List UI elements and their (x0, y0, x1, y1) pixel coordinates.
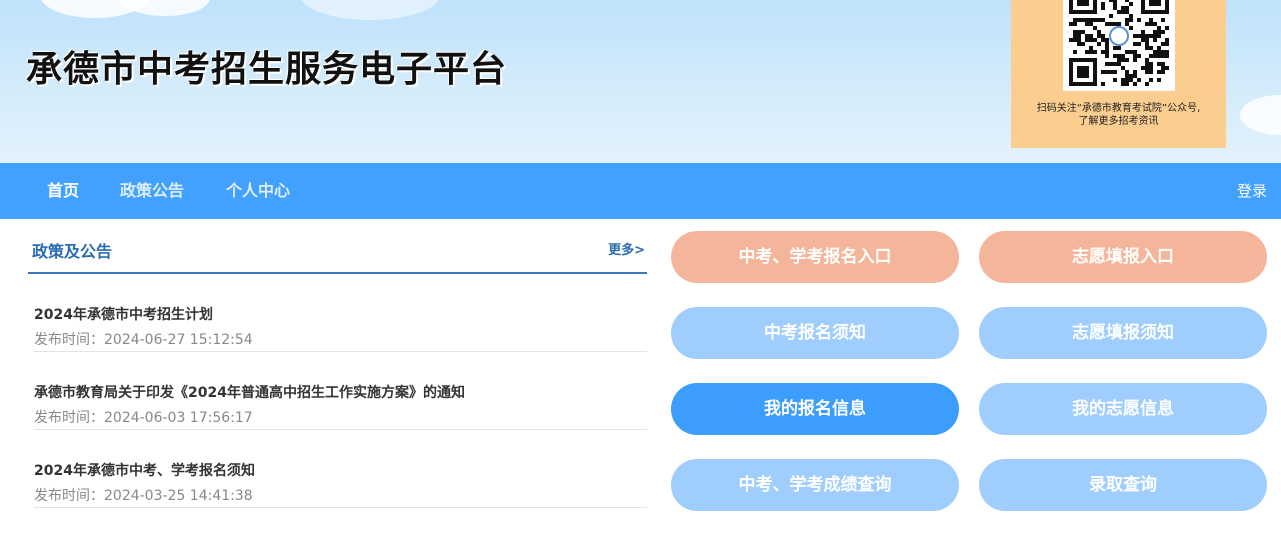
cloud-decoration (300, 0, 440, 20)
nav-item-personal-center[interactable]: 个人中心 (226, 163, 290, 219)
exam-registration-entry-button[interactable]: 中考、学考报名入口 (671, 231, 959, 283)
news-item-date: 发布时间：2024-03-25 14:41:38 (34, 488, 253, 504)
login-link[interactable]: 登录 (1237, 163, 1267, 219)
nav-item-policy[interactable]: 政策公告 (120, 163, 184, 219)
news-section-title: 政策及公告 (32, 242, 113, 261)
cloud-decoration (1240, 95, 1281, 135)
more-link[interactable]: 更多> (608, 239, 645, 258)
registration-notice-button[interactable]: 中考报名须知 (671, 307, 959, 359)
news-list: 2024年承德市中考招生计划 发布时间：2024-06-27 15:12:54 … (28, 274, 647, 508)
news-panel: 政策及公告 更多> 2024年承德市中考招生计划 发布时间：2024-06-27… (28, 219, 647, 508)
qr-code-icon (1069, 0, 1169, 86)
news-item-title[interactable]: 2024年承德市中考、学考报名须知 (34, 460, 647, 480)
header-banner: 承德市中考招生服务电子平台 扫码关注“承德市教育考试院”公众号, 了解更多招考资… (0, 0, 1281, 163)
qr-caption: 扫码关注“承德市教育考试院”公众号, 了解更多招考资讯 (1011, 102, 1226, 128)
site-title: 承德市中考招生服务电子平台 (26, 49, 508, 90)
qr-code-panel: 扫码关注“承德市教育考试院”公众号, 了解更多招考资讯 (1011, 0, 1226, 148)
top-nav-bar: 首页 政策公告 个人中心 登录 (0, 163, 1281, 219)
cloud-decoration (120, 0, 210, 16)
nav-item-home[interactable]: 首页 (47, 163, 79, 219)
score-query-button[interactable]: 中考、学考成绩查询 (671, 459, 959, 511)
my-registration-info-button[interactable]: 我的报名信息 (671, 383, 959, 435)
news-header: 政策及公告 更多> (28, 219, 647, 274)
news-item-title[interactable]: 承德市教育局关于印发《2024年普通高中招生工作实施方案》的通知 (34, 382, 647, 402)
news-item-title[interactable]: 2024年承德市中考招生计划 (34, 304, 647, 324)
my-volunteer-info-button[interactable]: 我的志愿信息 (979, 383, 1267, 435)
list-item: 2024年承德市中考招生计划 发布时间：2024-06-27 15:12:54 (34, 274, 647, 352)
volunteer-notice-button[interactable]: 志愿填报须知 (979, 307, 1267, 359)
news-item-date: 发布时间：2024-06-03 17:56:17 (34, 410, 253, 426)
list-item: 2024年承德市中考、学考报名须知 发布时间：2024-03-25 14:41:… (34, 430, 647, 508)
volunteer-application-entry-button[interactable]: 志愿填报入口 (979, 231, 1267, 283)
news-item-date: 发布时间：2024-06-27 15:12:54 (34, 332, 253, 348)
qr-code-image (1063, 0, 1175, 91)
qr-caption-line1: 扫码关注“承德市教育考试院”公众号, (1036, 103, 1201, 114)
list-item: 承德市教育局关于印发《2024年普通高中招生工作实施方案》的通知 发布时间：20… (34, 352, 647, 430)
admission-query-button[interactable]: 录取查询 (979, 459, 1267, 511)
qr-caption-line2: 了解更多招考资讯 (1078, 116, 1159, 127)
